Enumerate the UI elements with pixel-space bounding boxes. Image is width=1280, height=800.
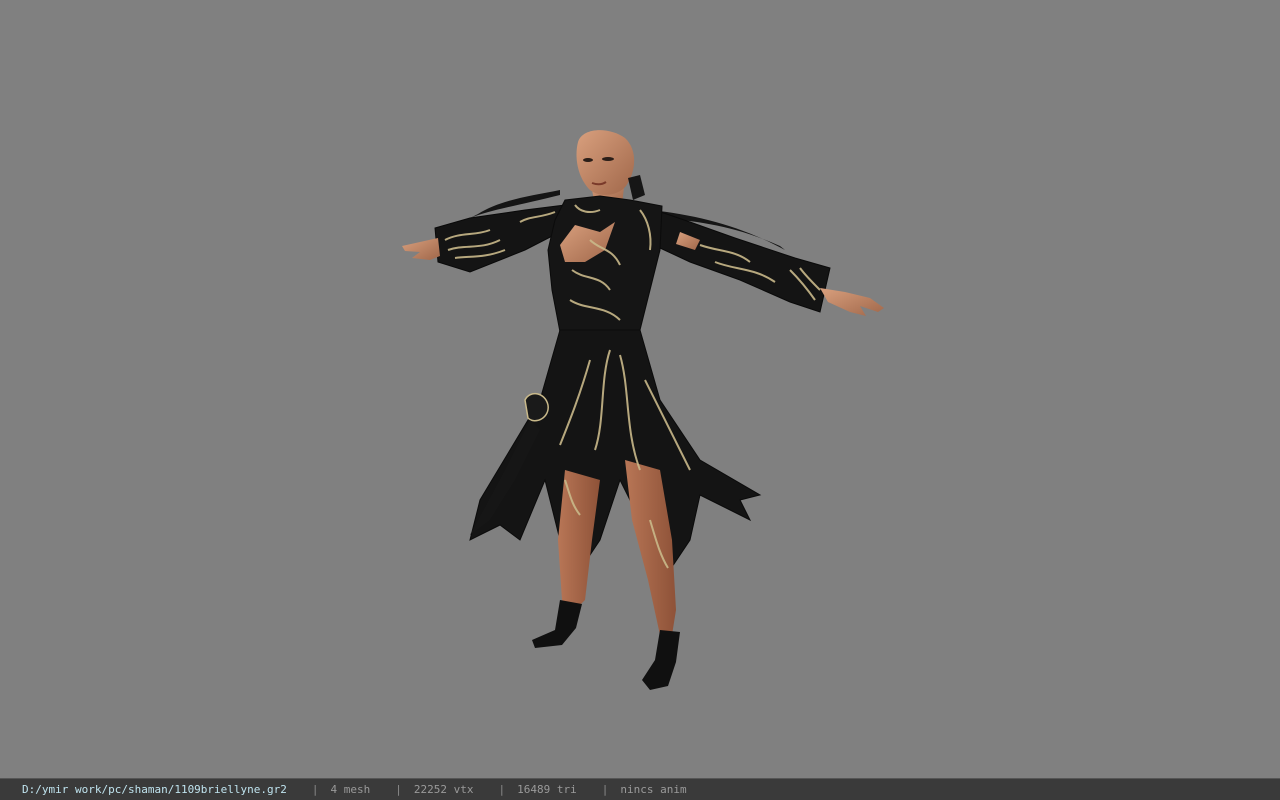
status-separator: | [601, 783, 609, 796]
file-path-label: D:/ymir work/pc/shaman/1109briellyne.gr2 [22, 783, 287, 796]
right-shoe [642, 630, 680, 690]
vertex-count-label: 22252 vtx [413, 783, 474, 796]
right-sleeve [654, 209, 831, 313]
skirt [469, 329, 762, 576]
tassel [524, 393, 549, 422]
status-separator: | [395, 783, 402, 796]
status-bar: D:/ymir work/pc/shaman/1109briellyne.gr2… [0, 778, 1280, 800]
mesh-count-label: 4 mesh [330, 783, 371, 796]
eye-left [583, 158, 593, 162]
ponytail [628, 175, 645, 200]
left-hand [402, 238, 440, 260]
character-model[interactable] [0, 0, 1280, 778]
triangle-count-label: 16489 tri [517, 783, 577, 796]
3d-viewport[interactable] [0, 0, 1280, 778]
status-separator: | [311, 783, 319, 796]
eye-right [602, 157, 614, 161]
head [576, 130, 635, 195]
status-separator: | [498, 783, 506, 796]
animation-label: nincs anim [620, 783, 687, 796]
right-hand [820, 288, 884, 316]
left-shoe [532, 600, 582, 648]
